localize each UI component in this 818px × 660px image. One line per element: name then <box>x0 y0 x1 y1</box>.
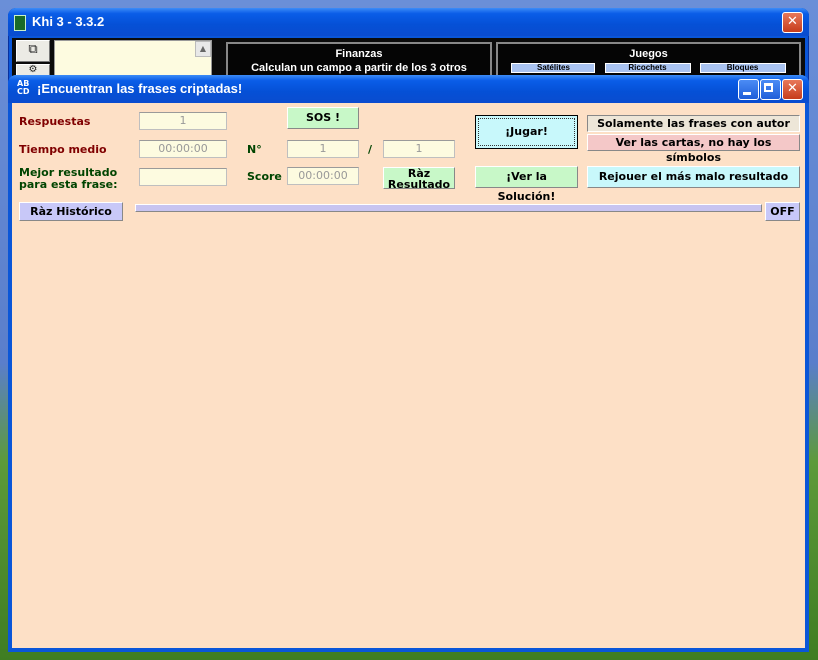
ricochets-button[interactable]: Ricochets <box>604 63 691 73</box>
finanzas-desc: Calculan un campo a partir de los 3 otro… <box>251 62 467 74</box>
respuestas-field[interactable]: 1 <box>139 112 227 130</box>
ver-solucion-button[interactable]: ¡Ver la Solución! <box>475 166 578 203</box>
maximize-button[interactable] <box>760 79 781 100</box>
cripto-dialog: AB CD ¡Encuentran las frases criptadas! ✕… <box>8 75 809 652</box>
cripto-titlebar[interactable]: AB CD ¡Encuentran las frases criptadas! ✕ <box>8 75 809 103</box>
cripto-client: Respuestas Tiempo medio Mejor resultado … <box>12 103 805 648</box>
ver-cartas-button[interactable]: Ver las cartas, no hay los símbolos <box>587 134 800 164</box>
mejor-resultado-field[interactable] <box>139 168 227 186</box>
main-app-titlebar[interactable]: Khi 3 - 3.3.2 ✕ <box>8 8 809 36</box>
sos-button[interactable]: SOS ! <box>287 107 359 129</box>
minimize-icon <box>743 92 751 95</box>
close-button[interactable]: ✕ <box>782 79 803 100</box>
main-app-close-button[interactable]: ✕ <box>782 12 803 33</box>
tiempo-medio-field[interactable]: 00:00:00 <box>139 140 227 158</box>
tiempo-medio-label: Tiempo medio <box>19 143 107 156</box>
bloques-button[interactable]: Bloques <box>699 63 786 73</box>
numero-label: N° <box>247 143 262 156</box>
scroll-up-icon[interactable]: ▲ <box>195 41 211 57</box>
progress-bar <box>135 204 762 212</box>
app-icon <box>14 15 26 31</box>
abc-icon: AB CD <box>17 79 30 96</box>
finanzas-title: Finanzas <box>335 48 383 60</box>
mejor-resultado-label: Mejor resultado para esta frase: <box>19 166 118 191</box>
rejouer-button[interactable]: Rejouer el más malo resultado <box>587 166 800 188</box>
off-button[interactable]: OFF <box>765 202 800 221</box>
raz-historico-button[interactable]: Ràz Histórico <box>19 202 123 221</box>
score-field[interactable]: 00:00:00 <box>287 167 359 185</box>
copy-icon[interactable]: ⧉ <box>16 40 50 62</box>
solo-autor-toggle[interactable]: Solamente las frases con autor <box>587 115 800 132</box>
main-app-title: Khi 3 - 3.3.2 <box>32 14 105 29</box>
slash-label: / <box>368 143 373 156</box>
total-field[interactable]: 1 <box>383 140 455 158</box>
jugar-button[interactable]: ¡Jugar! <box>475 115 578 149</box>
juegos-title: Juegos <box>629 48 668 60</box>
maximize-icon <box>764 83 773 92</box>
minimize-button[interactable] <box>738 79 759 100</box>
numero-field[interactable]: 1 <box>287 140 359 158</box>
score-label: Score <box>247 170 282 183</box>
raz-resultado-button[interactable]: Ràz Resultado <box>383 167 455 189</box>
respuestas-label: Respuestas <box>19 116 91 128</box>
satelites-button[interactable]: Satélites <box>511 63 596 73</box>
cripto-title: ¡Encuentran las frases criptadas! <box>37 81 243 96</box>
